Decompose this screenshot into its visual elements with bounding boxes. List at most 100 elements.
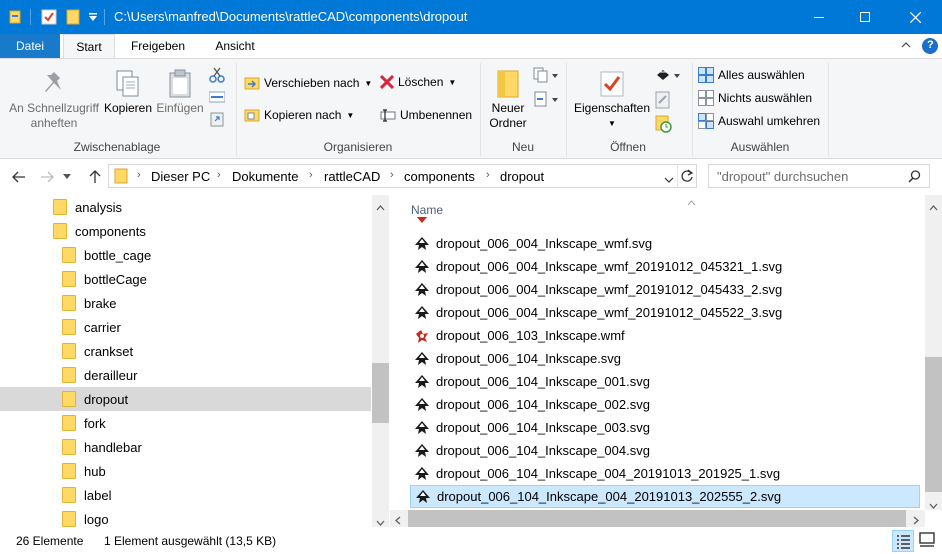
- file-row[interactable]: dropout_006_103_Inkscape.wmf: [410, 324, 920, 347]
- pin-quick-access-button[interactable]: An Schnellzugriff anheften: [4, 67, 104, 131]
- new-folder-quick-icon[interactable]: [64, 8, 82, 26]
- nav-item-brake[interactable]: brake: [0, 291, 371, 315]
- select-none-button[interactable]: Nichts auswählen: [698, 90, 812, 106]
- refresh-icon[interactable]: [680, 169, 694, 186]
- open-icon[interactable]: [655, 67, 681, 86]
- file-row[interactable]: dropout_006_104_Inkscape_003.svg: [410, 416, 920, 439]
- nav-item-crankset[interactable]: crankset: [0, 339, 371, 363]
- nav-scrollbar[interactable]: [372, 195, 389, 527]
- nav-item-label: handlebar: [84, 439, 142, 455]
- folder-icon: [114, 168, 130, 187]
- nav-item-hub[interactable]: hub: [0, 459, 371, 483]
- folder-icon: [62, 247, 76, 263]
- file-row[interactable]: dropout_006_104_Inkscape.svg: [410, 347, 920, 370]
- new-folder-button[interactable]: Neuer Ordner: [484, 67, 532, 131]
- select-none-label: Nichts auswählen: [718, 91, 813, 105]
- file-name: dropout_006_104_Inkscape.svg: [436, 351, 622, 366]
- minimize-button[interactable]: [796, 0, 842, 34]
- file-row[interactable]: dropout_006_104_Inkscape_002.svg: [410, 393, 920, 416]
- file-row[interactable]: dropout_006_104_Inkscape_004_20191013_20…: [410, 462, 920, 485]
- folder-app-icon[interactable]: [8, 8, 22, 26]
- large-icons-view-button[interactable]: [917, 530, 939, 552]
- nav-item-dropout[interactable]: dropout: [0, 387, 371, 411]
- cut-icon[interactable]: [209, 67, 225, 86]
- forward-arrow-icon[interactable]: [37, 167, 57, 187]
- file-row[interactable]: dropout_006_104_Inkscape_001.svg: [410, 370, 920, 393]
- inkscape-svg-icon: [413, 350, 431, 368]
- content-horizontal-scrollbar[interactable]: [390, 510, 925, 527]
- nav-item-carrier[interactable]: carrier: [0, 315, 371, 339]
- address-bar[interactable]: › Dieser PC › Dokumente › rattleCAD › co…: [108, 164, 697, 188]
- crumb-dieser-pc[interactable]: Dieser PC: [151, 169, 210, 184]
- scroll-down-icon[interactable]: [929, 498, 938, 512]
- invert-selection-button[interactable]: Auswahl umkehren: [698, 113, 820, 129]
- recent-locations-icon[interactable]: [60, 167, 74, 187]
- new-item-icon[interactable]: [533, 67, 559, 86]
- clipboard-group-label: Zwischenablage: [73, 140, 161, 154]
- nav-scroll-thumb[interactable]: [372, 363, 389, 423]
- scroll-right-icon[interactable]: [913, 514, 919, 527]
- file-row[interactable]: dropout_006_004_Inkscape_wmf_20191012_04…: [410, 255, 920, 278]
- properties-quick-icon[interactable]: [40, 8, 58, 26]
- move-to-button[interactable]: Verschieben nach ▼: [244, 75, 372, 91]
- group-separator: [692, 63, 693, 156]
- crumb-rattlecad[interactable]: rattleCAD: [324, 169, 380, 184]
- paste-shortcut-icon[interactable]: [209, 111, 225, 130]
- copy-path-icon[interactable]: [208, 91, 226, 106]
- paste-button[interactable]: Einfügen: [154, 67, 206, 116]
- delete-button[interactable]: Löschen ▼: [380, 75, 456, 89]
- nav-item-analysis[interactable]: analysis: [0, 195, 371, 219]
- crumb-dokumente[interactable]: Dokumente: [232, 169, 298, 184]
- file-row-selected[interactable]: dropout_006_104_Inkscape_004_20191013_20…: [410, 485, 920, 508]
- file-name: dropout_006_004_Inkscape_wmf_20191012_04…: [436, 259, 783, 274]
- nav-item-components[interactable]: components: [0, 219, 371, 243]
- close-button[interactable]: [888, 0, 942, 34]
- history-icon[interactable]: [655, 115, 673, 136]
- edit-icon[interactable]: [655, 91, 671, 112]
- tab-datei[interactable]: Datei: [0, 34, 60, 58]
- column-header-name[interactable]: Name: [411, 203, 443, 217]
- nav-item-label[interactable]: label: [0, 483, 371, 507]
- content-scroll-thumb[interactable]: [925, 357, 942, 492]
- help-icon[interactable]: ?: [922, 38, 938, 54]
- nav-item-bottlecage[interactable]: bottleCage: [0, 267, 371, 291]
- content-vertical-scrollbar[interactable]: [925, 195, 942, 510]
- file-row[interactable]: dropout_006_004_Inkscape_wmf.svg: [410, 232, 920, 255]
- address-dropdown-icon[interactable]: [664, 173, 674, 187]
- scroll-down-icon[interactable]: [376, 515, 385, 527]
- easy-access-icon[interactable]: [533, 91, 559, 110]
- crumb-dropout[interactable]: dropout: [500, 169, 544, 184]
- scroll-left-icon[interactable]: [395, 514, 401, 527]
- partial-file-row[interactable]: [410, 217, 920, 229]
- up-arrow-icon[interactable]: [85, 167, 105, 187]
- tab-start[interactable]: Start: [63, 34, 115, 59]
- nav-item-derailleur[interactable]: derailleur: [0, 363, 371, 387]
- scroll-up-icon[interactable]: [929, 200, 938, 214]
- customize-quick-access-icon[interactable]: [86, 8, 100, 26]
- copy-button[interactable]: Kopieren: [102, 67, 154, 116]
- scroll-up-icon[interactable]: [376, 200, 385, 214]
- horizontal-scroll-thumb[interactable]: [408, 510, 906, 527]
- file-row[interactable]: dropout_006_004_Inkscape_wmf_20191012_04…: [410, 278, 920, 301]
- rename-label: Umbenennen: [400, 108, 473, 122]
- nav-item-fork[interactable]: fork: [0, 411, 371, 435]
- nav-item-handlebar[interactable]: handlebar: [0, 435, 371, 459]
- crumb-components[interactable]: components: [404, 169, 475, 184]
- copy-to-button[interactable]: Kopieren nach ▼: [244, 107, 354, 123]
- file-row[interactable]: dropout_006_004_Inkscape_wmf_20191012_04…: [410, 301, 920, 324]
- file-row[interactable]: dropout_006_104_Inkscape_004.svg: [410, 439, 920, 462]
- search-input[interactable]: "dropout" durchsuchen: [708, 164, 930, 188]
- clipboard-icon: [154, 67, 206, 101]
- tab-ansicht[interactable]: Ansicht: [202, 34, 268, 58]
- properties-button[interactable]: Eigenschaften ▼: [572, 67, 652, 131]
- nav-item-bottle-cage[interactable]: bottle_cage: [0, 243, 371, 267]
- rename-button[interactable]: Umbenennen: [380, 107, 472, 123]
- select-all-button[interactable]: Alles auswählen: [698, 67, 805, 83]
- nav-item-label: dropout: [84, 391, 129, 407]
- tab-freigeben[interactable]: Freigeben: [121, 34, 195, 58]
- ribbon-collapse-icon[interactable]: [900, 39, 912, 54]
- details-view-button[interactable]: [892, 530, 914, 552]
- back-arrow-icon[interactable]: [9, 167, 29, 187]
- maximize-button[interactable]: [842, 0, 888, 34]
- nav-item-logo[interactable]: logo: [0, 507, 371, 527]
